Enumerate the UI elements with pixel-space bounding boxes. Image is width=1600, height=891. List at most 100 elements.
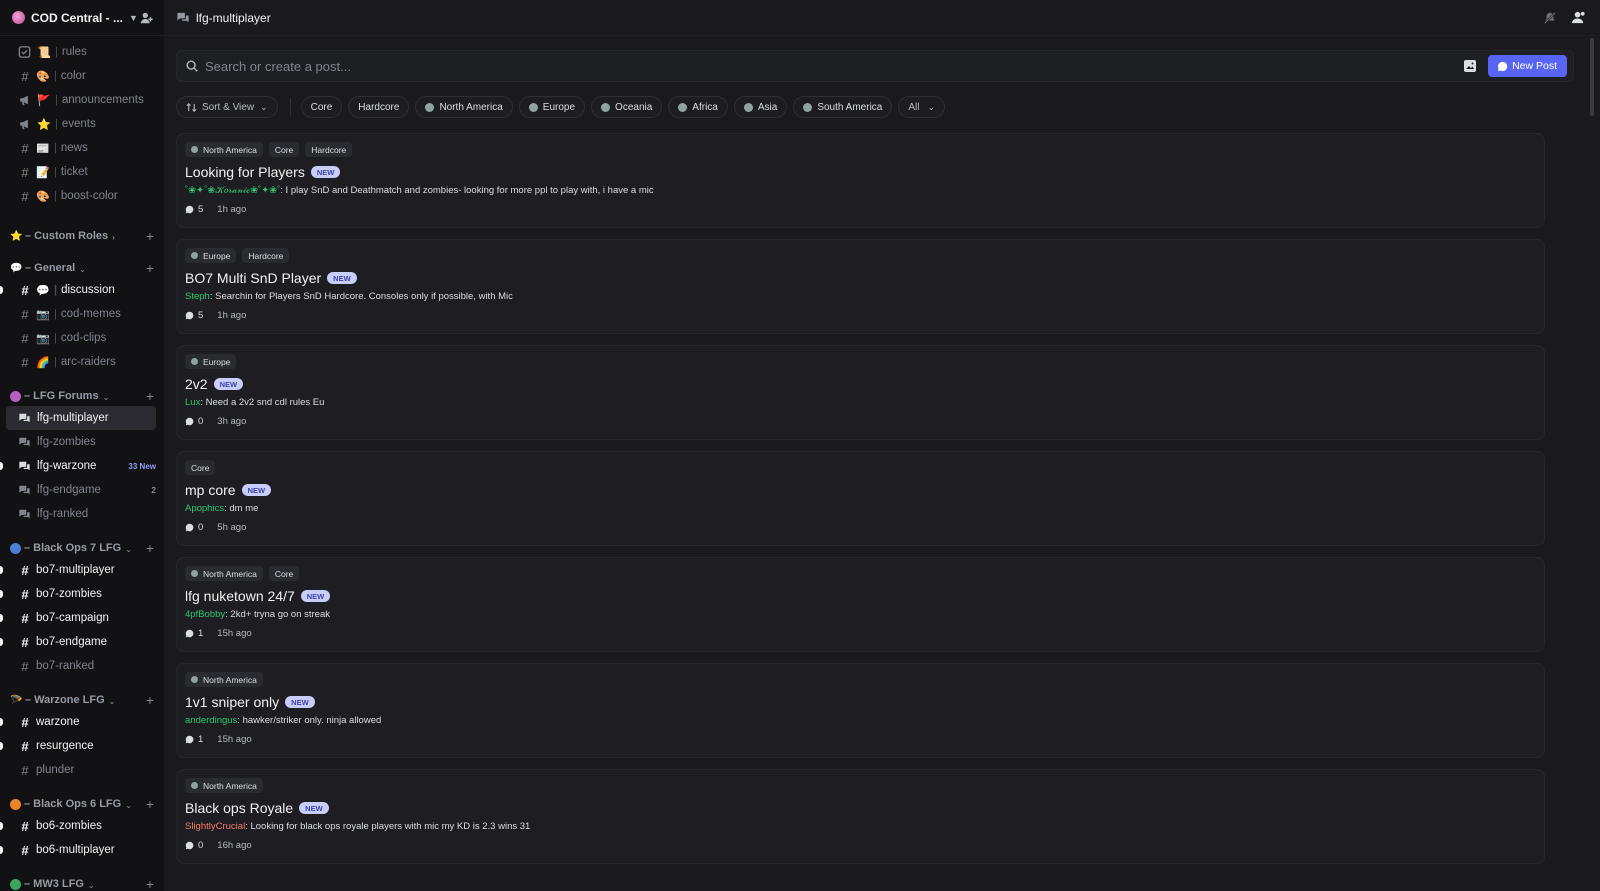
channel-announcements[interactable]: 🚩 | announcements: [6, 88, 156, 112]
channel-bo7-multiplayer[interactable]: # bo7-multiplayer: [0, 558, 156, 582]
channel-label: resurgence: [36, 740, 94, 752]
category-dot-icon: [10, 391, 21, 402]
separator: |: [54, 308, 57, 320]
server-icon: [12, 11, 25, 24]
tag-label: North America: [203, 568, 257, 579]
channel-label: rules: [61, 46, 87, 58]
post-card[interactable]: North America 1v1 sniper only NEW anderd…: [176, 663, 1545, 758]
image-upload-icon[interactable]: [1462, 58, 1478, 74]
server-header[interactable]: COD Central - ... ▼: [0, 0, 164, 36]
channel-lfg-endgame[interactable]: lfg-endgame 2: [6, 478, 156, 502]
post-meta: 0 16h ago: [185, 840, 1544, 851]
scroll-emoji-icon: 📜: [37, 46, 51, 59]
scrollbar[interactable]: [1590, 38, 1594, 116]
category-general[interactable]: 💬 – General ⌄ +: [0, 250, 164, 278]
channel-cod-memes[interactable]: # 📷 | cod-memes: [6, 302, 156, 326]
category-warzone-lfg[interactable]: 🪂 – Warzone LFG ⌄ +: [0, 682, 164, 710]
channel-bo7-zombies[interactable]: # bo7-zombies: [0, 582, 156, 606]
channel-plunder[interactable]: # plunder: [6, 758, 156, 782]
add-channel-icon[interactable]: +: [146, 797, 154, 811]
category-label: – Warzone LFG: [25, 694, 105, 706]
notification-muted-icon[interactable]: [1543, 11, 1557, 25]
category-label: – Custom Roles: [25, 230, 109, 242]
post-tags: Europe Hardcore: [185, 248, 1544, 263]
tag-filter-all-dropdown[interactable]: All ⌄: [898, 96, 946, 118]
channel-label: ticket: [60, 166, 88, 178]
channel-bo7-endgame[interactable]: # bo7-endgame: [0, 630, 156, 654]
tag-filter-core[interactable]: Core: [300, 96, 343, 118]
add-channel-icon[interactable]: +: [146, 389, 154, 403]
channel-bo6-multiplayer[interactable]: # bo6-multiplayer: [0, 838, 156, 862]
add-channel-icon[interactable]: +: [146, 541, 154, 555]
post-card[interactable]: North America Core lfg nuketown 24/7 NEW…: [176, 557, 1545, 652]
separator: |: [54, 190, 57, 202]
category-mw3-lfg[interactable]: – MW3 LFG ⌄ +: [0, 866, 164, 891]
channel-cod-clips[interactable]: # 📷 | cod-clips: [6, 326, 156, 350]
post-card[interactable]: Europe Hardcore BO7 Multi SnD Player NEW…: [176, 239, 1545, 334]
new-post-button[interactable]: New Post: [1488, 55, 1567, 77]
channel-arc-raiders[interactable]: # 🌈 | arc-raiders: [6, 350, 156, 374]
tag-label: Core: [191, 462, 210, 473]
channel-bo7-ranked[interactable]: # bo7-ranked: [6, 654, 156, 678]
post-title[interactable]: mp core: [185, 482, 236, 498]
sort-view-button[interactable]: Sort & View ⌄: [176, 96, 278, 118]
post-title[interactable]: Looking for Players: [185, 164, 305, 180]
tag-filter-asia[interactable]: Asia: [733, 96, 788, 118]
channel-resurgence[interactable]: # resurgence: [0, 734, 156, 758]
hash-icon: #: [21, 330, 29, 346]
camera-emoji-icon: 📷: [36, 332, 50, 345]
channel-rules[interactable]: 📜 | rules: [6, 40, 156, 64]
channel-label: lfg-ranked: [37, 508, 89, 520]
add-channel-icon[interactable]: +: [146, 261, 154, 275]
tag-filter-africa[interactable]: Africa: [668, 96, 728, 118]
add-channel-icon[interactable]: +: [146, 229, 154, 243]
post-meta: 0 5h ago: [185, 522, 1544, 533]
post-title[interactable]: lfg nuketown 24/7: [185, 588, 295, 604]
channel-news[interactable]: # 📰 | news: [6, 136, 156, 160]
tag-filter-europe[interactable]: Europe: [518, 96, 586, 118]
tag-filter-hardcore[interactable]: Hardcore: [348, 96, 410, 118]
category-black-ops-7-lfg[interactable]: – Black Ops 7 LFG ⌄ +: [0, 530, 164, 558]
newspaper-emoji-icon: 📰: [36, 142, 50, 155]
post-card[interactable]: North America Core Hardcore Looking for …: [176, 133, 1545, 228]
post-title[interactable]: Black ops Royale: [185, 800, 293, 816]
channel-lfg-warzone[interactable]: lfg-warzone 33 New: [0, 454, 156, 478]
channel-bo7-campaign[interactable]: # bo7-campaign: [0, 606, 156, 630]
channel-color[interactable]: # 🎨 | color: [6, 64, 156, 88]
post-card[interactable]: Europe 2v2 NEW Lux: Need a 2v2 snd cdl r…: [176, 345, 1545, 440]
post-title[interactable]: 2v2: [185, 376, 208, 392]
channel-events[interactable]: ⭐ | events: [6, 112, 156, 136]
category-custom-roles[interactable]: ⭐ – Custom Roles › +: [0, 218, 164, 246]
post-card[interactable]: North America Black ops Royale NEW Sligh…: [176, 769, 1545, 864]
channel-boost-color[interactable]: # 🎨 | boost-color: [6, 184, 156, 208]
post-title[interactable]: 1v1 sniper only: [185, 694, 279, 710]
add-member-icon[interactable]: [140, 11, 154, 25]
reply-count: 0: [198, 840, 204, 851]
post-title[interactable]: BO7 Multi SnD Player: [185, 270, 321, 286]
channel-lfg-zombies[interactable]: lfg-zombies: [6, 430, 156, 454]
reply-count: 5: [198, 310, 204, 321]
sort-view-label: Sort & View: [202, 101, 255, 113]
new-badge: NEW: [299, 802, 329, 814]
add-channel-icon[interactable]: +: [146, 693, 154, 707]
category-lfg-forums[interactable]: – LFG Forums ⌄ +: [0, 378, 164, 406]
channel-lfg-ranked[interactable]: lfg-ranked: [6, 502, 156, 526]
channel-discussion[interactable]: # 💬 | discussion: [0, 278, 156, 302]
search-input[interactable]: Search or create a post... New Post: [176, 50, 1574, 82]
channel-lfg-multiplayer[interactable]: lfg-multiplayer: [6, 406, 156, 430]
post-card[interactable]: Core mp core NEW Apophics: dm me 0 5h ag…: [176, 451, 1545, 546]
tag-filter-north-america[interactable]: North America: [415, 96, 513, 118]
tag-filter-oceania[interactable]: Oceania: [591, 96, 663, 118]
category-label: – Black Ops 6 LFG: [24, 798, 122, 810]
megaphone-icon: [20, 119, 28, 130]
channel-ticket[interactable]: # 📝 | ticket: [6, 160, 156, 184]
channel-warzone[interactable]: # warzone: [0, 710, 156, 734]
channel-bo6-zombies[interactable]: # bo6-zombies: [0, 814, 156, 838]
add-channel-icon[interactable]: +: [146, 877, 154, 891]
member-list-icon[interactable]: [1571, 10, 1586, 25]
new-badge: NEW: [310, 166, 341, 178]
tag-filter-south-america[interactable]: South America: [793, 96, 893, 118]
post-list: North America Core Hardcore Looking for …: [176, 133, 1545, 875]
category-black-ops-6-lfg[interactable]: – Black Ops 6 LFG ⌄ +: [0, 786, 164, 814]
globe-icon: [191, 252, 198, 259]
